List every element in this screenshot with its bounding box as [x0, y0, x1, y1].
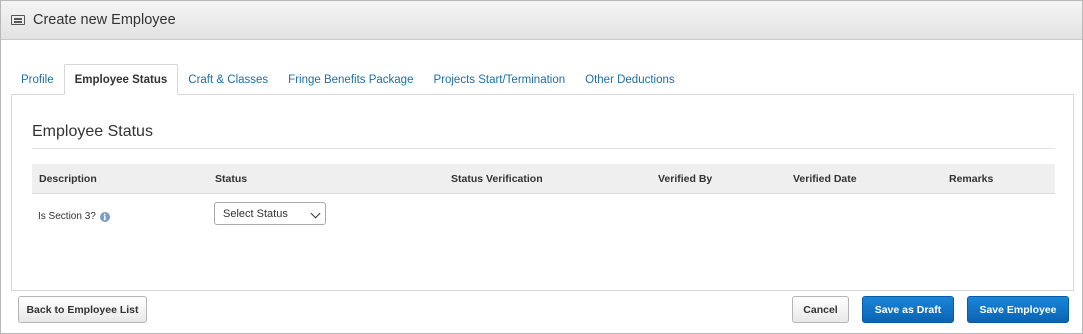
- column-header-status: Status: [215, 173, 248, 185]
- status-select-value: Select Status: [223, 207, 288, 220]
- tab-employee-status[interactable]: Employee Status: [63, 64, 179, 95]
- chevron-down-icon: [310, 208, 321, 219]
- column-header-description: Description: [39, 173, 97, 185]
- page-title: Create new Employee: [33, 12, 176, 28]
- cancel-button[interactable]: Cancel: [792, 296, 849, 323]
- column-header-verified-date: Verified Date: [793, 173, 857, 185]
- column-header-remarks: Remarks: [949, 173, 994, 185]
- info-icon[interactable]: i: [99, 211, 110, 222]
- column-header-status-verification: Status Verification: [451, 173, 543, 185]
- section-divider: [32, 148, 1055, 149]
- window-header: Create new Employee: [1, 1, 1082, 40]
- back-to-employee-list-button[interactable]: Back to Employee List: [18, 296, 147, 323]
- section-title: Employee Status: [32, 123, 153, 140]
- tab-profile[interactable]: Profile: [11, 65, 64, 95]
- save-employee-button[interactable]: Save Employee: [967, 296, 1069, 323]
- save-as-draft-button[interactable]: Save as Draft: [862, 296, 954, 323]
- column-header-verified-by: Verified By: [658, 173, 713, 185]
- table-header: Description Status Status Verification V…: [32, 164, 1055, 194]
- tab-other-deductions[interactable]: Other Deductions: [575, 65, 685, 95]
- row-description-label: Is Section 3?: [38, 211, 96, 222]
- table-row-description: Is Section 3? i: [38, 211, 110, 222]
- tab-projects-start-termination[interactable]: Projects Start/Termination: [423, 65, 575, 95]
- status-select[interactable]: Select Status: [214, 202, 326, 225]
- list-window-icon: [11, 15, 25, 25]
- tab-panel: Employee Status Description Status Statu…: [11, 94, 1074, 291]
- employee-form-window: Create new Employee Profile Employee Sta…: [0, 0, 1083, 334]
- tab-fringe-benefits-package[interactable]: Fringe Benefits Package: [278, 65, 423, 95]
- tab-craft-classes[interactable]: Craft & Classes: [178, 65, 278, 95]
- tab-bar: Profile Employee Status Craft & Classes …: [11, 64, 685, 95]
